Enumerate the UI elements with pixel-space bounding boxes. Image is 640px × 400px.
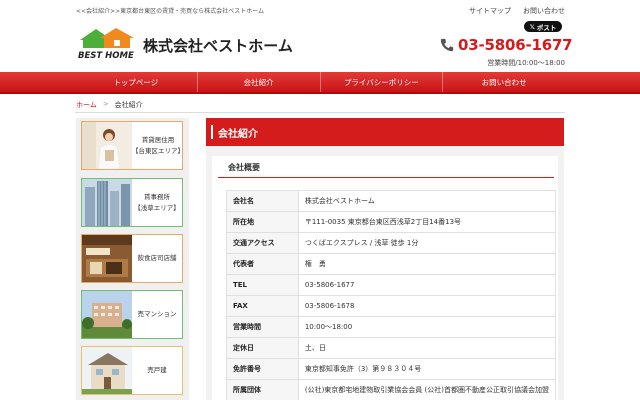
row-value: つくばエクスプレス / 浅草 徒歩 1分 [297, 232, 557, 254]
table-row: FAX 03-5806-1678 [226, 295, 557, 317]
row-value: (公社)東京都宅地建物取引業協会会員 (公社)首都圏不動産公正取引協議会加盟 [297, 379, 557, 400]
company-name: 株式会社ベストホーム [143, 37, 293, 55]
restaurant-photo [82, 235, 132, 282]
table-row: TEL 03-5806-1677 [226, 274, 557, 296]
main-content: 会社紹介 会社概要 会社名 株式会社ベストホーム 所在地 〒111-0035 東京都台… [206, 118, 564, 400]
nav-item-privacy[interactable]: プライバシーポリシー [321, 72, 444, 92]
card-line2: 【浅草エリア】 [134, 203, 180, 212]
sidebar: 賃貸居住用 【台東区エリア】 賃事務所 【浅草エリア】 飲食店司店舗 売マンショ… [76, 118, 189, 400]
row-label: 交通アクセス [226, 232, 299, 254]
phone-number[interactable]: 03-5806-1677 [440, 36, 573, 54]
table-row: 所在地 〒111-0035 東京都台東区西浅草2丁目14番13号 [226, 211, 557, 233]
table-row: 免許番号 東京都知事免許（3）第９８３０４号 [226, 358, 557, 380]
card-line1: 賃事務所 [144, 192, 170, 201]
card-line1: 売戸建 [147, 366, 167, 374]
row-label: 定休日 [226, 337, 299, 359]
card-line1: 飲食店司店舗 [137, 254, 177, 262]
table-row: 交通アクセス つくばエクスプレス / 浅草 徒歩 1分 [226, 232, 557, 254]
page-title: 会社紹介 [206, 118, 564, 146]
row-label: 所在地 [226, 211, 299, 233]
breadcrumb-divider [75, 112, 565, 113]
x-post-label: ポスト [536, 23, 557, 32]
sidebar-card-condo-sale[interactable]: 売マンション [81, 290, 183, 339]
top-links: サイトマップ お問い合わせ [469, 6, 565, 16]
row-label: 営業時間 [226, 316, 299, 338]
breadcrumb-separator: > [102, 100, 109, 108]
logo-wordmark: BEST HOME [78, 51, 134, 60]
row-value: 権 勇 [297, 253, 557, 275]
row-label: 代表者 [226, 253, 299, 275]
breadcrumb-current: 会社紹介 [114, 101, 143, 109]
company-info-table: 会社名 株式会社ベストホーム 所在地 〒111-0035 東京都台東区西浅草2丁目14… [226, 190, 557, 400]
row-value: 03-5806-1678 [297, 295, 557, 317]
section-title: 会社概要 [218, 158, 554, 178]
table-row: 代表者権 勇 [226, 253, 557, 275]
row-value: 10:00～18:00 [297, 316, 557, 338]
x-logo-icon: 𝕏 [529, 22, 535, 31]
office-buildings-photo [82, 179, 132, 226]
phone-number-text: 03-5806-1677 [458, 36, 573, 54]
row-label: TEL [226, 274, 299, 296]
row-label: 会社名 [226, 190, 299, 212]
nav-item-contact[interactable]: お問い合わせ [443, 72, 565, 92]
nav-item-top[interactable]: トップページ [75, 72, 198, 92]
sidebar-card-restaurant-store[interactable]: 飲食店司店舗 [81, 234, 183, 283]
table-row: 営業時間 10:00～18:00 [226, 316, 557, 338]
nav-item-company[interactable]: 会社紹介 [198, 72, 321, 92]
house-photo [82, 347, 132, 394]
card-line1: 売マンション [137, 310, 177, 318]
card-line1: 賃貸居住用 [141, 135, 175, 144]
row-value: 〒111-0035 東京都台東区西浅草2丁目14番13号 [297, 211, 557, 233]
breadcrumb: ホーム > 会社紹介 [76, 100, 143, 110]
contact-link[interactable]: お問い合わせ [523, 6, 565, 16]
row-value: 東京都知事免許（3）第９８３０４号 [297, 358, 557, 380]
woman-photo [82, 122, 132, 169]
main-navigation: トップページ 会社紹介 プライバシーポリシー お問い合わせ [0, 72, 640, 94]
header-tagline: <<会社紹介>>東京都台東区の賃貸・売買なら株式会社ベストホーム [76, 8, 265, 15]
row-label: 所属団体 [226, 379, 299, 400]
best-home-logo[interactable]: BEST HOME [76, 26, 140, 60]
table-row: 会社名 株式会社ベストホーム [226, 190, 557, 212]
table-row: 定休日 土、日 [226, 337, 557, 359]
row-label: 免許番号 [226, 358, 299, 380]
apartment-photo [82, 291, 132, 338]
x-post-button[interactable]: 𝕏 ポスト [524, 21, 562, 32]
company-overview-panel: 会社概要 会社名 株式会社ベストホーム 所在地 〒111-0035 東京都台東区西浅草… [212, 156, 558, 400]
row-value: 株式会社ベストホーム [297, 190, 557, 212]
business-hours: 営業時間/10:00～18:00 [487, 59, 565, 67]
table-row: 所属団体 (公社)東京都宅地建物取引業協会会員 (公社)首都圏不動産公正取引協議会… [226, 379, 557, 400]
sidebar-card-house-sale[interactable]: 売戸建 [81, 346, 183, 395]
row-value: 土、日 [297, 337, 557, 359]
sitemap-link[interactable]: サイトマップ [469, 6, 511, 16]
row-value: 03-5806-1677 [297, 274, 557, 296]
sidebar-card-rental-residence[interactable]: 賃貸居住用【台東区エリア】 [81, 121, 184, 170]
sidebar-card-rental-office[interactable]: 賃事務所【浅草エリア】 [81, 178, 183, 227]
row-label: FAX [226, 295, 299, 317]
phone-icon [440, 38, 454, 52]
breadcrumb-home[interactable]: ホーム [76, 100, 97, 110]
card-line2: 【台東区エリア】 [132, 146, 184, 155]
